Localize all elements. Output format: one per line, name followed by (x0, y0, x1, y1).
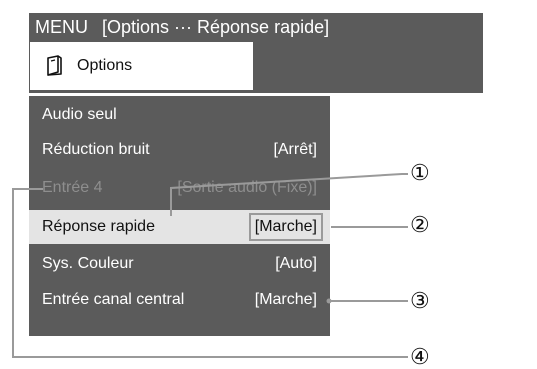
callout-4: ④ (410, 344, 430, 369)
callout-1: ① (410, 160, 430, 185)
callout-leader-lines (12, 173, 408, 358)
callout-2: ② (410, 212, 430, 237)
callout-3: ③ (410, 288, 430, 313)
